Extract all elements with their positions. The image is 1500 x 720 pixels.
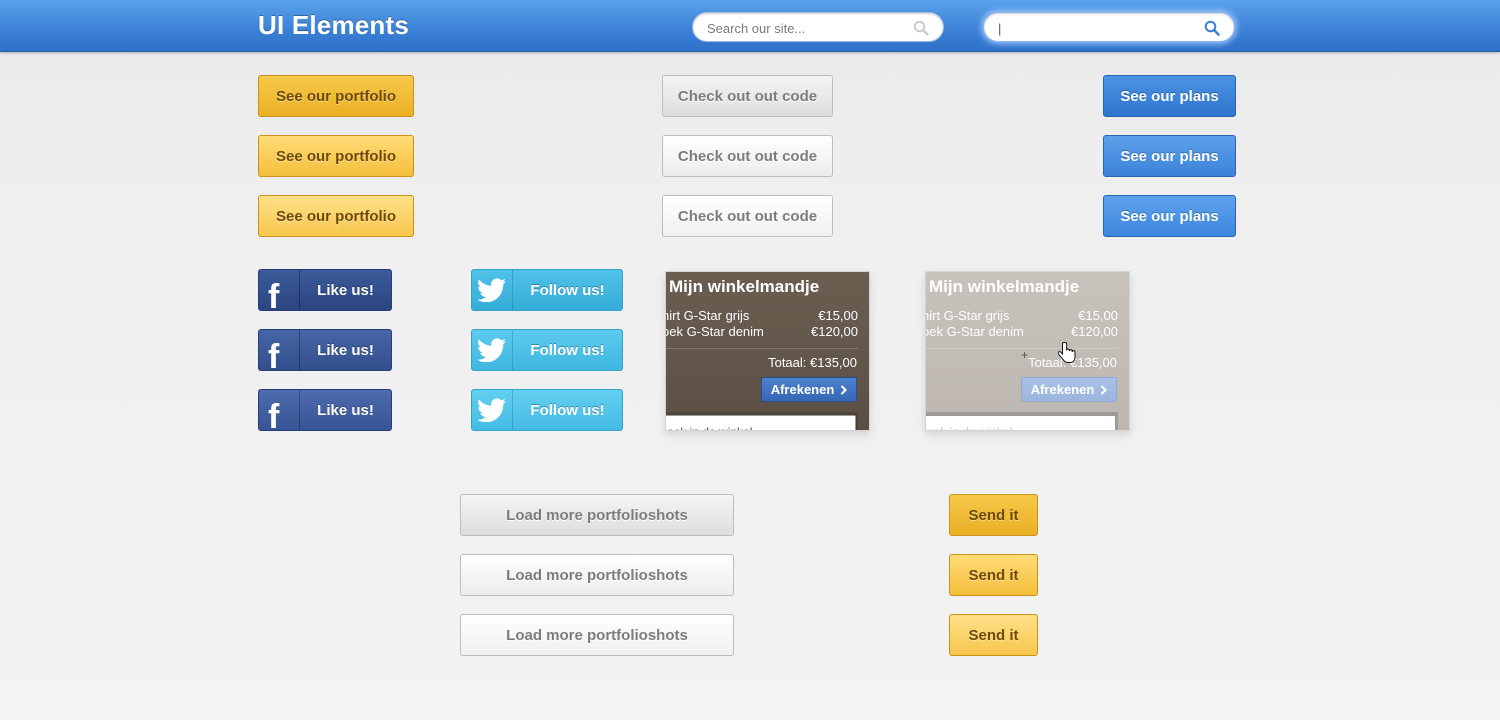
shopping-cart-widget: Mijn winkelmandje hirt G-Star grijs €15,… bbox=[665, 271, 870, 431]
checkout-button[interactable]: Afrekenen bbox=[1021, 377, 1117, 402]
cart-item-price: €15,00 bbox=[1078, 308, 1118, 323]
facebook-like-button-active[interactable]: f Like us! bbox=[258, 389, 392, 431]
facebook-like-button[interactable]: f Like us! bbox=[258, 269, 392, 311]
chevron-right-icon bbox=[841, 384, 848, 395]
cart-total: Totaal: €135,00 bbox=[768, 355, 857, 370]
twitter-follow-button-active[interactable]: Follow us! bbox=[471, 389, 623, 431]
facebook-icon: f bbox=[259, 330, 300, 370]
send-button-hover[interactable]: Send it bbox=[949, 554, 1038, 596]
page-title: UI Elements bbox=[258, 10, 410, 40]
facebook-icon: f bbox=[259, 390, 300, 430]
checkout-label: Afrekenen bbox=[770, 382, 835, 397]
twitter-follow-label: Follow us! bbox=[530, 281, 605, 299]
search-input[interactable] bbox=[707, 19, 897, 37]
twitter-follow-button[interactable]: Follow us! bbox=[471, 269, 623, 311]
search-icon[interactable] bbox=[913, 20, 929, 36]
twitter-follow-label: Follow us! bbox=[530, 341, 605, 359]
twitter-follow-label: Follow us! bbox=[530, 401, 605, 419]
twitter-bird-icon bbox=[472, 390, 513, 430]
cart-item-name: hirt G-Star grijs bbox=[925, 308, 1010, 323]
cart-item-price: €15,00 bbox=[818, 308, 858, 323]
twitter-bird-icon bbox=[472, 330, 513, 370]
facebook-like-label: Like us! bbox=[317, 341, 374, 359]
search-icon[interactable] bbox=[1204, 20, 1220, 36]
facebook-like-label: Like us! bbox=[317, 281, 374, 299]
send-button[interactable]: Send it bbox=[949, 494, 1038, 536]
cart-title: Mijn winkelmandje bbox=[669, 277, 820, 296]
checkout-label: Afrekenen bbox=[1030, 382, 1095, 397]
load-more-button-active[interactable]: Load more portfolioshots bbox=[460, 614, 734, 656]
portfolio-button-hover[interactable]: See our portfolio bbox=[258, 135, 414, 177]
crosshair-icon: + bbox=[1021, 348, 1029, 362]
twitter-follow-button-hover[interactable]: Follow us! bbox=[471, 329, 623, 371]
code-button[interactable]: Check out out code bbox=[662, 75, 833, 117]
chevron-right-icon bbox=[1101, 384, 1108, 395]
checkout-button[interactable]: Afrekenen bbox=[761, 377, 857, 402]
portfolio-button[interactable]: See our portfolio bbox=[258, 75, 414, 117]
code-button-active[interactable]: Check out out code bbox=[662, 195, 833, 237]
plans-button-hover[interactable]: See our plans bbox=[1103, 135, 1236, 177]
load-more-button-hover[interactable]: Load more portfolioshots bbox=[460, 554, 734, 596]
code-button-hover[interactable]: Check out out code bbox=[662, 135, 833, 177]
cart-item-row: oek G-Star denim €120,00 bbox=[665, 324, 858, 339]
facebook-like-button-hover[interactable]: f Like us! bbox=[258, 329, 392, 371]
cart-item-name: oek G-Star denim bbox=[925, 324, 1024, 339]
cart-item-row: hirt G-Star grijs €15,00 bbox=[665, 308, 858, 323]
send-button-active[interactable]: Send it bbox=[949, 614, 1038, 656]
cart-item-row: oek G-Star denim €120,00 bbox=[925, 324, 1118, 339]
plans-button[interactable]: See our plans bbox=[1103, 75, 1236, 117]
plans-button-active[interactable]: See our plans bbox=[1103, 195, 1236, 237]
search-input-focused[interactable] bbox=[998, 19, 1198, 37]
facebook-like-label: Like us! bbox=[317, 401, 374, 419]
cart-item-name: hirt G-Star grijs bbox=[665, 308, 750, 323]
cart-item-name: oek G-Star denim bbox=[665, 324, 764, 339]
facebook-icon: f bbox=[259, 270, 300, 310]
cart-item-price: €120,00 bbox=[1071, 324, 1118, 339]
load-more-button[interactable]: Load more portfolioshots bbox=[460, 494, 734, 536]
cart-title: Mijn winkelmandje bbox=[929, 277, 1080, 296]
site-search-box-focused[interactable] bbox=[983, 12, 1235, 42]
cart-search-input[interactable]: oek in de winkel... bbox=[666, 415, 856, 430]
cart-search-input[interactable]: oek in de winkel... bbox=[926, 415, 1116, 430]
site-search-box[interactable] bbox=[692, 12, 944, 42]
hand-cursor-icon bbox=[1058, 342, 1076, 363]
portfolio-button-active[interactable]: See our portfolio bbox=[258, 195, 414, 237]
twitter-bird-icon bbox=[472, 270, 513, 310]
header-bar: UI Elements bbox=[0, 0, 1500, 52]
cart-item-price: €120,00 bbox=[811, 324, 858, 339]
cart-divider bbox=[666, 348, 858, 349]
cart-item-row: hirt G-Star grijs €15,00 bbox=[925, 308, 1118, 323]
